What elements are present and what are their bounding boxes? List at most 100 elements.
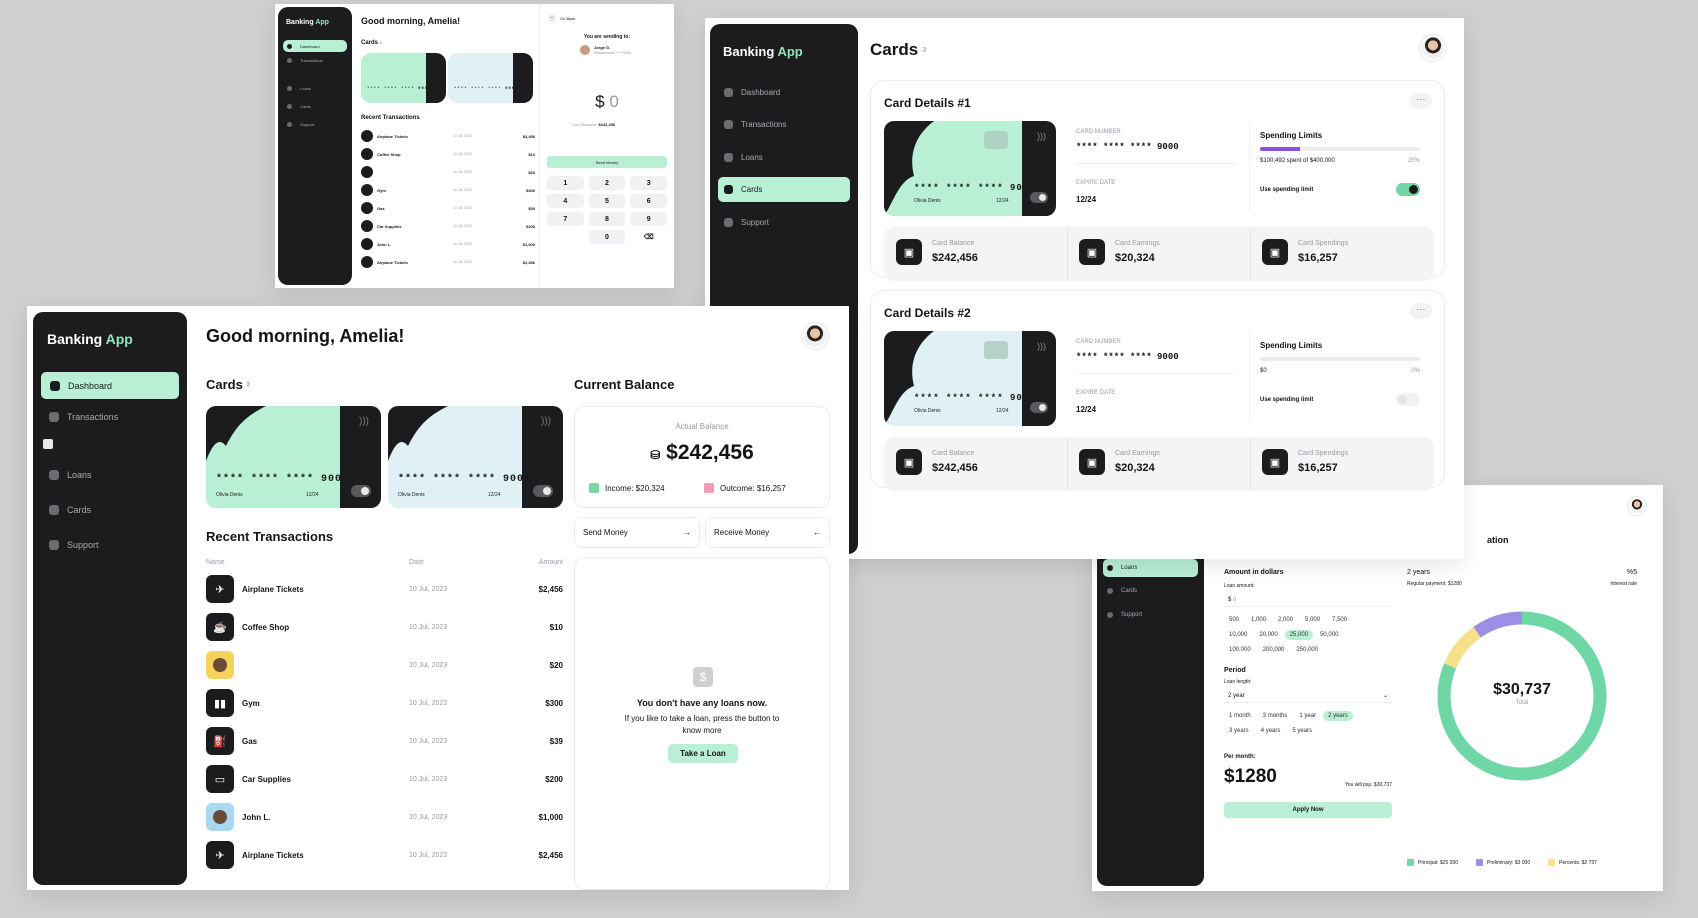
option-chip[interactable]: 4 years [1256, 726, 1286, 736]
expire-date-label: EXPIRE DATE [1076, 390, 1116, 396]
keypad-key[interactable]: 3 [630, 176, 667, 190]
option-chip[interactable]: 3 months [1258, 711, 1293, 721]
sidebar-item-transactions[interactable]: Transactions [49, 412, 118, 422]
send-money-button[interactable]: Send Money [547, 156, 667, 168]
keypad-key[interactable]: 0 [588, 230, 626, 244]
table-row[interactable]: Car Supplies 10 Jul, 2023 $200 [361, 220, 535, 232]
option-chip[interactable]: 1,000 [1246, 615, 1271, 625]
sidebar-item-support[interactable]: Support [724, 218, 769, 227]
table-row[interactable]: ▮▮ Gym 10 Jul, 2023 $300 [206, 689, 563, 717]
keypad-key[interactable]: 6 [630, 194, 667, 208]
card-toggle[interactable] [1030, 402, 1048, 413]
table-row[interactable]: ✈ Airplane Tickets 10 Jul, 2023 $2,456 [206, 575, 563, 603]
legend-swatch [1476, 859, 1484, 866]
sidebar-item-loans[interactable]: Loans [724, 153, 763, 162]
go-back-button[interactable]: ‹ Go Back [548, 14, 575, 22]
sidebar-item-dashboard[interactable]: Dashboard [41, 372, 179, 399]
option-chip[interactable]: 1 year [1294, 711, 1321, 721]
more-options-icon[interactable]: ··· [1410, 303, 1432, 319]
table-row[interactable]: John L. 10 Jul, 2023 $1,000 [361, 238, 535, 250]
user-avatar[interactable] [1628, 497, 1646, 515]
table-row[interactable]: Gas 10 Jul, 2023 $39 [361, 202, 535, 214]
use-limit-toggle[interactable] [1396, 393, 1420, 406]
sidebar-item-loans[interactable]: Loans [1103, 559, 1198, 577]
sidebar-item-support[interactable]: Support [1107, 612, 1142, 618]
chart-icon [287, 58, 292, 63]
table-row[interactable]: Coffee Shop 10 Jul, 2023 $10 [361, 148, 535, 160]
table-row[interactable]: Gym 10 Jul, 2023 $300 [361, 184, 535, 196]
option-chip[interactable]: 250,000 [1291, 645, 1323, 655]
option-chip[interactable]: 7,500 [1327, 615, 1352, 625]
option-chip[interactable]: 20,000 [1254, 630, 1282, 640]
sidebar-item-support[interactable]: Support [49, 540, 99, 550]
option-chip[interactable]: 5,000 [1300, 615, 1325, 625]
loan-amount-input[interactable]: $ 0 [1224, 593, 1392, 607]
user-avatar[interactable] [802, 323, 828, 349]
send-money-button[interactable]: Send Money → [574, 517, 700, 548]
sidebar-item-cards[interactable]: Cards [1107, 588, 1137, 594]
keypad-key[interactable]: 4 [547, 194, 584, 208]
regular-payment: Regular payment: $1280 [1407, 581, 1462, 587]
chat-icon [287, 122, 292, 127]
transaction-amount: $39 [528, 205, 535, 211]
transaction-date: 10 Jul, 2023 [453, 170, 473, 174]
sidebar-item-support[interactable]: Support [283, 122, 314, 127]
sidebar-item-cards[interactable]: Cards [718, 177, 850, 202]
option-chip[interactable]: 25,000 [1284, 630, 1314, 640]
home-icon [724, 88, 733, 97]
option-chip[interactable]: 500 [1224, 615, 1244, 625]
loan-total: $30,737 [1493, 681, 1551, 698]
card-toggle[interactable] [1030, 192, 1048, 203]
table-row[interactable]: ✈ Airplane Tickets 10 Jul, 2023 $2,456 [206, 841, 563, 869]
sidebar-item-cards[interactable]: Cards [283, 104, 311, 109]
keypad-key[interactable]: 7 [547, 212, 584, 226]
bank-card[interactable]: **** **** **** 9000 [448, 53, 533, 103]
bank-card[interactable]: **** **** **** 9000 [361, 53, 446, 103]
option-chip[interactable]: 5 years [1287, 726, 1317, 736]
table-row[interactable]: ▭ Car Supplies 10 Jul, 2023 $200 [206, 765, 563, 793]
card-toggle[interactable] [351, 485, 371, 497]
keypad-key[interactable]: 8 [588, 212, 626, 226]
table-row[interactable]: Airplane Tickets 10 Jul, 2023 $2,456 [361, 256, 535, 268]
option-chip[interactable]: 200,000 [1258, 645, 1290, 655]
apply-now-button[interactable]: Apply Now [1224, 802, 1392, 818]
option-chip[interactable]: 1 month [1224, 711, 1256, 721]
bank-card[interactable]: ))) **** **** **** 9000 Olivia Denis 12/… [206, 406, 381, 508]
receive-money-button[interactable]: Receive Money ← [705, 517, 830, 548]
card-icon [287, 104, 292, 109]
sidebar-item-transactions[interactable]: Transactions [724, 120, 787, 129]
keypad-key[interactable]: 2 [588, 176, 626, 190]
sidebar-item-dashboard[interactable]: Dashboard [724, 88, 780, 97]
table-row[interactable]: ☕ Coffee Shop 10 Jul, 2023 $10 [206, 613, 563, 641]
user-avatar[interactable] [1420, 35, 1446, 61]
table-row[interactable]: John L. 10 Jul, 2023 $1,000 [206, 803, 563, 831]
option-chip[interactable]: 10,000 [1224, 630, 1252, 640]
card-toggle[interactable] [533, 485, 553, 497]
bank-card[interactable]: ))) **** **** **** 9000 Olivia Denis 12/… [884, 331, 1056, 426]
take-loan-button[interactable]: Take a Loan [668, 744, 738, 763]
table-row[interactable]: 10 Jul, 2023 $20 [206, 651, 563, 679]
table-row[interactable]: 10 Jul, 2023 $20 [361, 166, 535, 178]
mini-transactions-list: Airplane Tickets 10 Jul, 2023 $2,456 Coffee… [361, 130, 535, 288]
keypad-key[interactable]: 5 [588, 194, 626, 208]
table-row[interactable]: Airplane Tickets 10 Jul, 2023 $2,456 [361, 130, 535, 142]
option-chip[interactable]: 2,000 [1273, 615, 1298, 625]
sidebar-item-loans[interactable]: Loans [49, 470, 92, 480]
sidebar-item-dashboard[interactable]: Dashboard [283, 40, 347, 52]
loan-length-select[interactable]: 2 year ⌄ [1224, 689, 1392, 703]
option-chip[interactable]: 50,000 [1315, 630, 1343, 640]
bank-card[interactable]: ))) **** **** **** 9000 Olivia Denis 12/… [884, 121, 1056, 216]
sidebar-item-loans[interactable]: Loans [283, 86, 311, 91]
backspace-icon[interactable]: ⌫ [630, 230, 667, 244]
bank-card[interactable]: ))) **** **** **** 9000 Olivia Denis 12/… [388, 406, 563, 508]
option-chip[interactable]: 100,000 [1224, 645, 1256, 655]
option-chip[interactable]: 2 years [1323, 711, 1353, 721]
more-options-icon[interactable]: ··· [1410, 93, 1432, 109]
sidebar-item-cards[interactable]: Cards [49, 505, 91, 515]
use-limit-toggle[interactable] [1396, 183, 1420, 196]
keypad-key[interactable]: 9 [630, 212, 667, 226]
option-chip[interactable]: 3 years [1224, 726, 1254, 736]
keypad-key[interactable]: 1 [547, 176, 584, 190]
sidebar-item-transactions[interactable]: Transactions [283, 58, 323, 63]
table-row[interactable]: ⛽ Gas 10 Jul, 2023 $39 [206, 727, 563, 755]
